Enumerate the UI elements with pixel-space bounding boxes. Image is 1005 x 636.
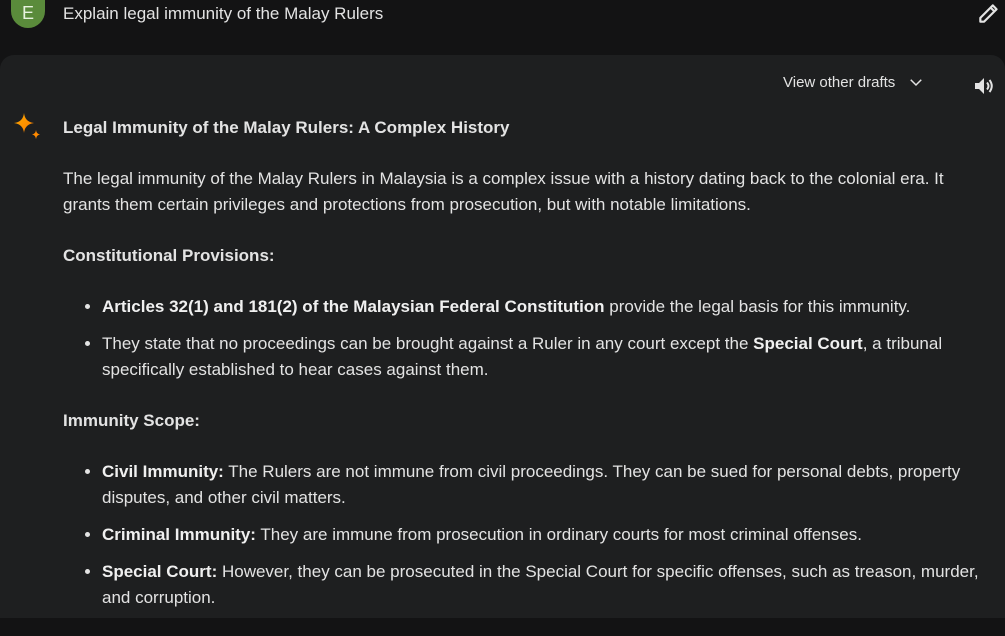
- item-text: The Rulers are not immune from civil pro…: [102, 462, 961, 507]
- bold-text: Articles 32(1) and 181(2) of the Malaysi…: [102, 297, 605, 316]
- list-item: Articles 32(1) and 181(2) of the Malaysi…: [102, 294, 993, 320]
- response-content: Legal Immunity of the Malay Rulers: A Co…: [63, 115, 993, 636]
- list-item: Criminal Immunity: They are immune from …: [102, 522, 993, 548]
- list-item: They state that no proceedings can be br…: [102, 331, 993, 383]
- bold-text: Civil Immunity:: [102, 462, 224, 481]
- bold-text: Special Court:: [102, 562, 218, 581]
- item-text: They state that no proceedings can be br…: [102, 334, 754, 353]
- item-text: provide the legal basis for this immunit…: [604, 297, 911, 316]
- speaker-icon[interactable]: [972, 74, 996, 98]
- bold-text: Criminal Immunity:: [102, 525, 256, 544]
- prompt-text: Explain legal immunity of the Malay Rule…: [63, 4, 384, 23]
- bullet-list: Articles 32(1) and 181(2) of the Malaysi…: [63, 294, 993, 383]
- bold-text: Special Court: [753, 334, 863, 353]
- bullet-list: Civil Immunity: The Rulers are not immun…: [63, 459, 993, 611]
- view-drafts-label: View other drafts: [783, 73, 896, 91]
- item-text: However, they can be prosecuted in the S…: [102, 562, 979, 607]
- section-heading: Immunity Scope:: [63, 411, 200, 430]
- view-other-drafts-button[interactable]: View other drafts: [783, 73, 925, 91]
- pencil-icon[interactable]: [976, 0, 1002, 26]
- item-text: They are immune from prosecution in ordi…: [255, 525, 862, 544]
- chevron-down-icon: [910, 79, 923, 87]
- list-item: Special Court: However, they can be pros…: [102, 559, 993, 611]
- response-panel: View other drafts Legal Immunity of the …: [0, 55, 1005, 618]
- response-title: Legal Immunity of the Malay Rulers: A Co…: [63, 118, 510, 137]
- sparkle-icon: [14, 113, 40, 139]
- response-intro: The legal immunity of the Malay Rulers i…: [63, 169, 944, 214]
- user-avatar[interactable]: E: [11, 0, 45, 28]
- list-item: Civil Immunity: The Rulers are not immun…: [102, 459, 993, 511]
- section-heading: Constitutional Provisions:: [63, 246, 275, 265]
- user-prompt-row: E Explain legal immunity of the Malay Ru…: [0, 0, 1005, 52]
